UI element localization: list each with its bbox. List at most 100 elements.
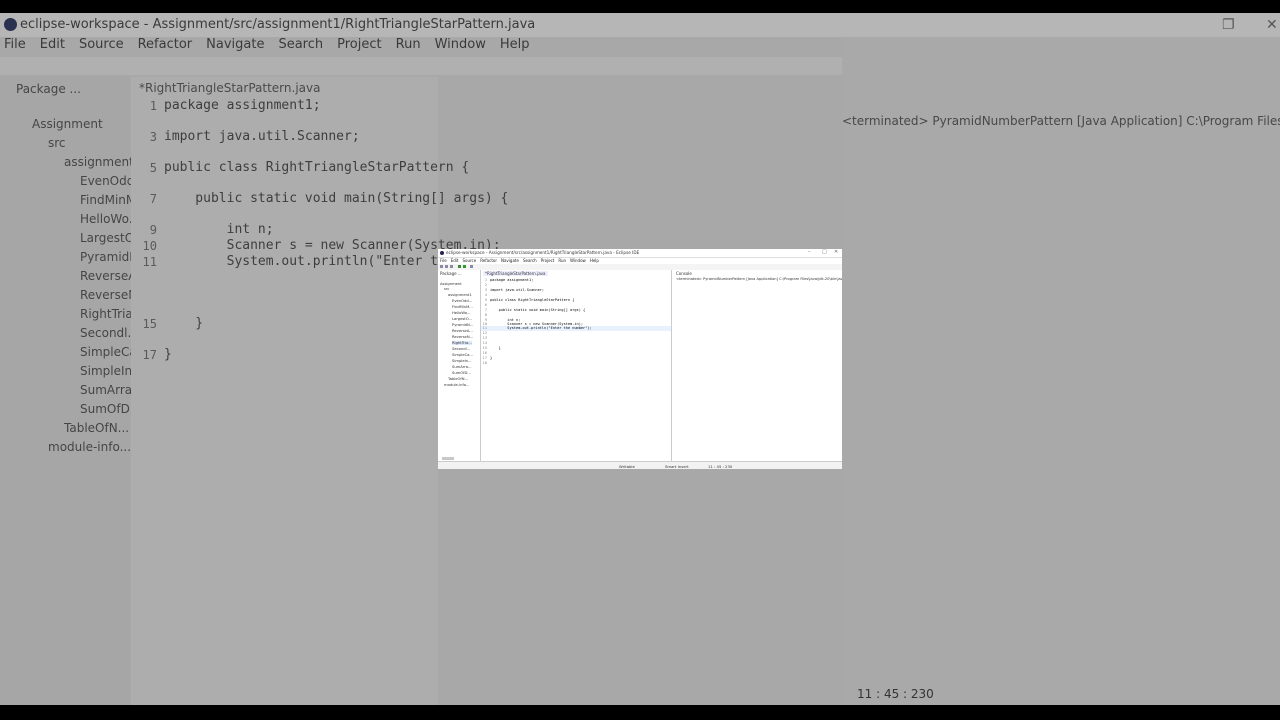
menu-navigate[interactable]: Navigate (501, 258, 519, 263)
menu-refactor[interactable]: Refactor (480, 258, 497, 263)
code-line: import java.util.Scanner; (490, 288, 545, 292)
tree-item-file[interactable]: SumOfD... (452, 371, 471, 375)
bg-line-number: 11 (142, 255, 157, 269)
bg-tree-item: Assignment (32, 117, 103, 131)
tree-item-project[interactable]: Assignment (440, 282, 462, 286)
bg-menu-edit: Edit (39, 37, 65, 52)
tree-item-file[interactable]: ReverseN... (452, 335, 473, 339)
bg-tree-item: TableOfN... (64, 421, 130, 435)
bg-line-number: 10 (142, 239, 157, 253)
tree-item-file[interactable]: ReverseA... (452, 329, 473, 333)
bg-menu-source: Source (78, 37, 124, 52)
bg-package-tab: Package ... (16, 82, 81, 96)
tree-item-package[interactable]: assignment1 (448, 293, 472, 297)
tree-item-jre[interactable]: module-info... (444, 383, 470, 387)
menu-edit[interactable]: Edit (451, 258, 459, 263)
bg-console-text: <terminated> PyramidNumberPattern [Java … (842, 114, 1280, 128)
bg-close-icon: ✕ (1266, 17, 1278, 33)
tree-item-file[interactable]: SimpleCa... (452, 353, 473, 357)
code-line: public class RightTriangleStarPattern { (490, 298, 575, 302)
package-explorer-tab[interactable]: Package ... (440, 271, 462, 276)
menu-window[interactable]: Window (570, 258, 586, 263)
code-line: public static void main(String[] args) { (490, 308, 586, 312)
bg-menu-navigate: Navigate (206, 37, 265, 52)
code-line: package assignment1; (490, 278, 534, 282)
bg-menu-file: File (4, 37, 26, 52)
tree-item-module-info[interactable]: TableOfN... (448, 377, 468, 381)
eclipse-logo-icon (440, 251, 444, 255)
bg-tree-item: src (48, 136, 66, 150)
tree-item-file[interactable]: SumArra... (452, 365, 472, 369)
line-number: 5 (484, 298, 487, 302)
tree-item-file[interactable]: Secondl... (452, 347, 470, 351)
console-view: Console <terminated> PyramidNumberPatter… (674, 270, 842, 461)
title-bar: eclipse-workspace - Assignment/src/assig… (438, 249, 842, 258)
bg-line-number: 1 (149, 99, 157, 113)
line-number: 15 (482, 346, 487, 350)
debug-icon[interactable] (458, 265, 461, 268)
bg-line-number: 15 (142, 317, 157, 331)
line-number: 6 (484, 303, 487, 307)
tree-item-file[interactable]: SimpleIn... (452, 359, 472, 363)
bg-status-position: 11 : 45 : 230 (857, 687, 934, 701)
tree-item-file[interactable]: EvenOdd... (452, 299, 472, 303)
minimize-icon[interactable]: – (808, 249, 811, 255)
menu-run[interactable]: Run (558, 258, 566, 263)
line-number: 4 (484, 293, 487, 297)
bg-line-number: 3 (149, 130, 157, 144)
bg-window-title: eclipse-workspace - Assignment/src/assig… (20, 17, 536, 32)
status-cursor-position: 11 : 45 : 230 (708, 464, 733, 469)
line-number: 7 (484, 308, 487, 312)
line-number: 2 (484, 283, 487, 287)
bg-tree-item: assignment1 (64, 155, 142, 169)
console-tab[interactable]: Console (676, 271, 692, 276)
bg-line-number: 7 (149, 192, 157, 206)
tree-item-file[interactable]: LargestO... (452, 317, 472, 321)
menu-source[interactable]: Source (462, 258, 476, 263)
bg-line-number: 5 (149, 161, 157, 175)
new-icon[interactable] (440, 265, 443, 268)
bg-editor: *RightTriangleStarPattern.java 1 package … (131, 77, 532, 705)
close-icon[interactable]: ✕ (834, 249, 838, 255)
bg-menu-run: Run (395, 37, 421, 52)
bg-tree-item: module-info... (48, 440, 132, 454)
bg-restore-icon: ❐ (1222, 17, 1235, 33)
line-number: 8 (484, 313, 487, 317)
run-icon[interactable] (463, 265, 466, 268)
tree-item-src[interactable]: src (444, 287, 449, 291)
tree-item-file[interactable]: HelloWo... (452, 311, 470, 315)
code-editor[interactable]: *RightTriangleStarPattern.java 1 package … (481, 270, 672, 461)
bg-code-line: import java.util.Scanner; (164, 129, 360, 144)
menu-file[interactable]: File (440, 258, 447, 263)
bg-code-line: package assignment1; (164, 98, 321, 113)
menu-project[interactable]: Project (541, 258, 555, 263)
menu-search[interactable]: Search (523, 258, 537, 263)
bg-console: <terminated> PyramidNumberPattern [Java … (842, 37, 1280, 705)
line-number: 11 (482, 326, 487, 330)
horizontal-scrollbar[interactable] (442, 457, 454, 460)
bg-code-line: int n; (164, 222, 274, 237)
line-number: 14 (482, 341, 487, 345)
code-line: System.out.println("Enter the number"); (490, 326, 592, 330)
tree-item-file-selected[interactable]: RightTria... (452, 341, 472, 345)
maximize-icon[interactable]: □ (822, 249, 827, 255)
bg-menu-search: Search (278, 37, 324, 52)
print-icon[interactable] (450, 265, 453, 268)
bg-line-number: 9 (149, 223, 157, 237)
line-number: 17 (482, 356, 487, 360)
status-writable: Writable (619, 464, 635, 469)
code-line: } (490, 356, 493, 360)
eclipse-logo-icon (4, 18, 17, 31)
menu-help[interactable]: Help (590, 258, 599, 263)
tree-item-file[interactable]: PyramidN... (452, 323, 473, 327)
save-icon[interactable] (445, 265, 448, 268)
console-terminated-text: <terminated> PyramidNumberPattern [Java … (676, 277, 842, 281)
search-icon[interactable] (470, 265, 473, 268)
editor-tab[interactable]: *RightTriangleStarPattern.java (483, 271, 548, 276)
tree-item-file[interactable]: FindMinM... (452, 305, 473, 309)
line-number: 16 (482, 351, 487, 355)
bg-code-line: public static void main(String[] args) { (164, 191, 509, 206)
status-bar: Writable Smart Insert 11 : 45 : 230 (438, 461, 842, 469)
bg-title-bar: eclipse-workspace - Assignment/src/assig… (0, 13, 1280, 37)
bg-menu-help: Help (499, 37, 530, 52)
